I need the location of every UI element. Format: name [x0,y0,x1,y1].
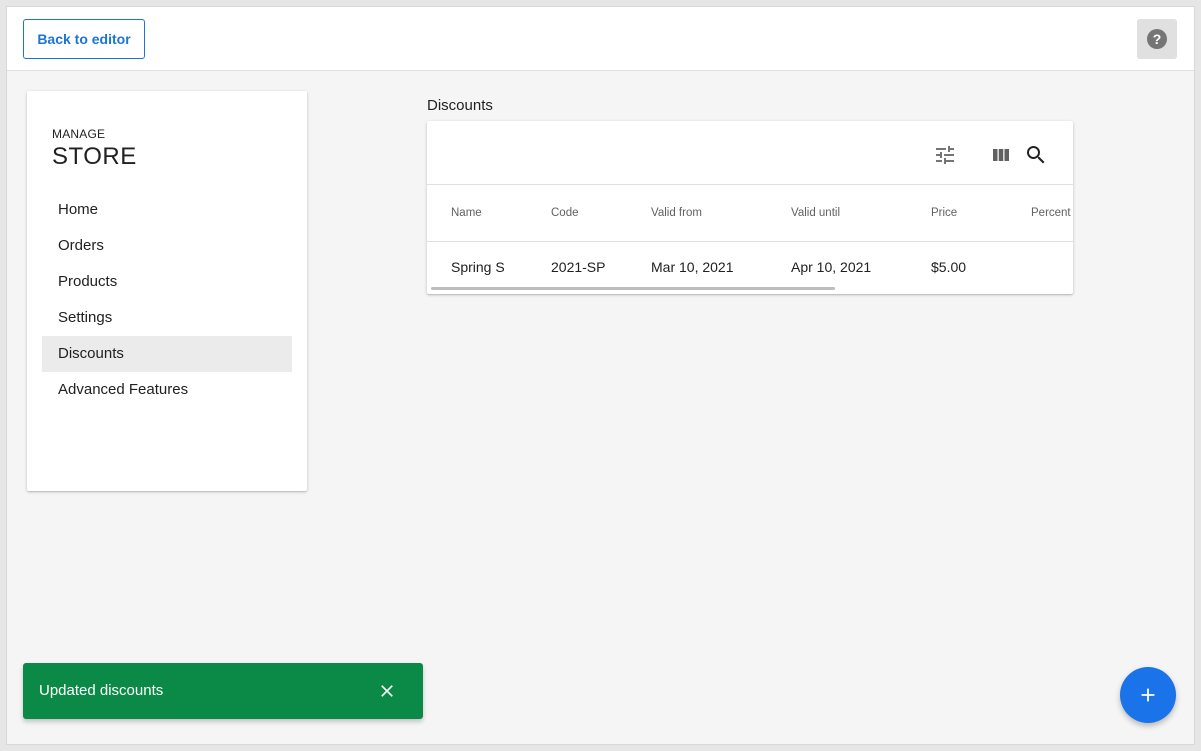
back-to-editor-button[interactable]: Back to editor [23,19,145,59]
sidebar-nav: Home Orders Products Settings Discounts … [42,192,292,408]
table-toolbar [427,121,1073,185]
page-title: Discounts [427,97,493,114]
help-button[interactable]: ? [1137,19,1177,59]
columns-icon[interactable] [989,143,1013,167]
sidebar-item-settings[interactable]: Settings [42,300,292,336]
snackbar: Updated discounts [23,663,423,719]
sidebar-title: STORE [52,143,137,170]
app-window: Back to editor ? MANAGE STORE Home Order… [7,7,1194,744]
column-header-valid-from[interactable]: Valid from [651,185,702,242]
discounts-table-card: Name Code Valid from Valid until Price P… [427,121,1073,294]
add-discount-button[interactable] [1120,667,1176,723]
sidebar-item-home[interactable]: Home [42,192,292,228]
sidebar-item-advanced-features[interactable]: Advanced Features [42,372,292,408]
horizontal-scrollbar[interactable] [427,285,1073,291]
column-header-price[interactable]: Price [931,185,957,242]
column-header-valid-until[interactable]: Valid until [791,185,840,242]
top-bar: Back to editor ? [7,7,1194,71]
sidebar-item-discounts[interactable]: Discounts [42,336,292,372]
search-icon[interactable] [1024,143,1048,167]
column-header-percent[interactable]: Percent [1031,185,1071,242]
snackbar-message: Updated discounts [39,682,164,699]
add-icon [1141,688,1155,702]
snackbar-close-button[interactable] [373,677,401,705]
sidebar: MANAGE STORE Home Orders Products Settin… [27,91,307,491]
scrollbar-thumb[interactable] [431,287,835,290]
column-header-name[interactable]: Name [451,185,482,242]
table-header: Name Code Valid from Valid until Price P… [427,185,1073,242]
close-icon [381,685,393,697]
sidebar-subtitle: MANAGE [52,127,106,141]
column-header-code[interactable]: Code [551,185,579,242]
help-circle-icon: ? [1147,29,1167,49]
sidebar-item-products[interactable]: Products [42,264,292,300]
sidebar-item-orders[interactable]: Orders [42,228,292,264]
filter-icon[interactable] [933,143,957,167]
